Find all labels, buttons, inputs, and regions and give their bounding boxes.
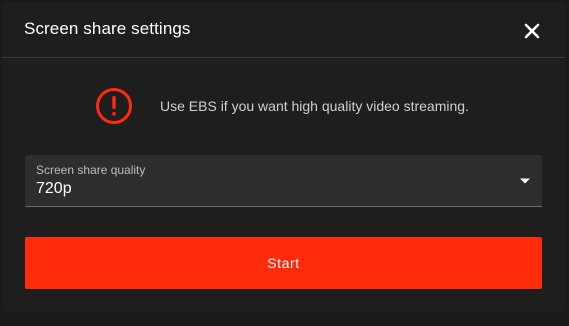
warning-circle-icon	[96, 88, 132, 124]
close-button[interactable]	[520, 19, 544, 43]
dialog-title: Screen share settings	[24, 19, 191, 38]
close-icon	[524, 23, 540, 39]
select-value: 720p	[36, 180, 72, 197]
notice-text: Use EBS if you want high quality video s…	[160, 98, 469, 114]
screen-share-settings-dialog: Screen share settings Use EBS if you wan…	[2, 2, 565, 312]
screen-share-quality-select[interactable]: Screen share quality 720p	[25, 155, 542, 207]
quality-notice: Use EBS if you want high quality video s…	[2, 86, 565, 126]
dialog-header: Screen share settings	[2, 2, 565, 58]
select-label: Screen share quality	[36, 163, 146, 177]
start-button[interactable]: Start	[25, 237, 542, 289]
dropdown-arrow-icon	[520, 178, 530, 184]
